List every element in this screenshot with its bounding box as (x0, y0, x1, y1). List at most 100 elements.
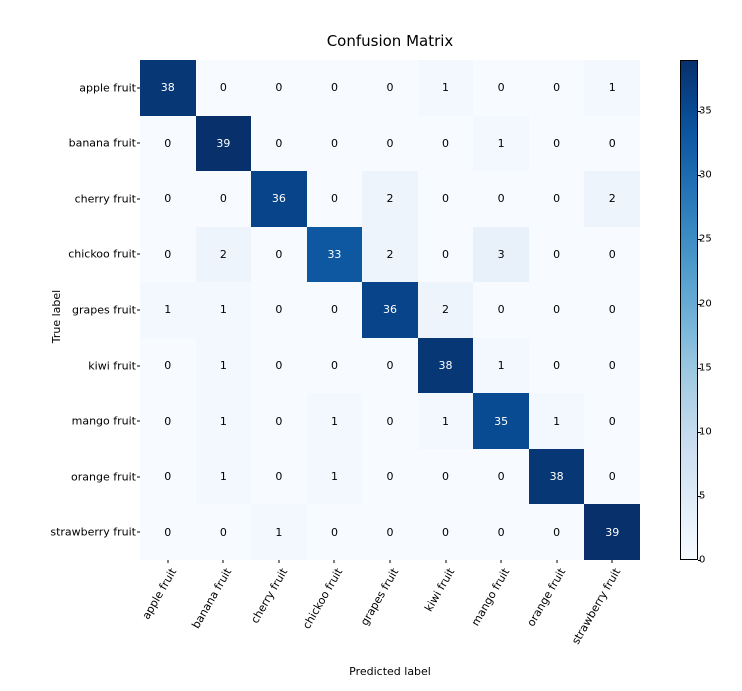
heatmap-cell: 0 (584, 116, 640, 172)
colorbar-tick-label: 35 (699, 106, 712, 117)
heatmap-cell: 39 (584, 504, 640, 560)
x-tick-label: cherry fruit (248, 566, 290, 626)
heatmap-cell: 2 (362, 227, 418, 283)
heatmap-cell: 0 (251, 227, 307, 283)
heatmap-cell: 36 (251, 171, 307, 227)
heatmap-cell: 2 (584, 171, 640, 227)
heatmap-cell: 0 (529, 338, 585, 394)
heatmap-cell: 0 (251, 60, 307, 116)
heatmap-cell: 1 (196, 338, 252, 394)
heatmap-cell: 0 (251, 449, 307, 505)
heatmap-cell: 0 (529, 282, 585, 338)
heatmap-cell: 33 (307, 227, 363, 283)
heatmap-cell: 2 (362, 171, 418, 227)
x-tick-label: banana fruit (190, 566, 235, 631)
heatmap-cell: 0 (140, 116, 196, 172)
heatmap-cell: 1 (251, 504, 307, 560)
heatmap-cell: 0 (584, 282, 640, 338)
heatmap-cell: 0 (529, 116, 585, 172)
heatmap-cell: 0 (473, 60, 529, 116)
heatmap-cell: 2 (196, 227, 252, 283)
x-tick-label: kiwi fruit (422, 566, 457, 614)
y-tick-label: grapes fruit (72, 304, 136, 317)
heatmap-cell: 0 (362, 60, 418, 116)
heatmap-cell: 1 (140, 282, 196, 338)
heatmap-cell: 0 (307, 338, 363, 394)
heatmap-cell: 0 (307, 504, 363, 560)
colorbar (680, 60, 698, 560)
heatmap-cell: 0 (362, 338, 418, 394)
heatmap-cell: 0 (362, 393, 418, 449)
heatmap-cell: 1 (307, 393, 363, 449)
heatmap-cell: 3 (473, 227, 529, 283)
heatmap-cell: 0 (140, 171, 196, 227)
heatmap-cell: 1 (473, 338, 529, 394)
y-tick-label: apple fruit (79, 81, 136, 94)
x-tick-label: mango fruit (469, 566, 512, 628)
x-tick-label: strawberry fruit (569, 566, 623, 647)
colorbar-tick-label: 15 (699, 362, 712, 373)
heatmap-cell: 0 (196, 60, 252, 116)
heatmap-cell: 0 (418, 171, 474, 227)
heatmap-cell: 0 (584, 449, 640, 505)
heatmap-cell: 0 (473, 282, 529, 338)
colorbar-tick-label: 20 (699, 298, 712, 309)
colorbar-tick-label: 25 (699, 234, 712, 245)
heatmap-cell: 0 (529, 504, 585, 560)
heatmap-cell: 0 (307, 60, 363, 116)
heatmap-cell: 0 (473, 504, 529, 560)
heatmap-cell: 0 (307, 171, 363, 227)
y-axis-label: True label (50, 290, 63, 343)
x-tick-label: apple fruit (139, 566, 179, 622)
chart-title: Confusion Matrix (140, 32, 640, 50)
y-tick-label: orange fruit (71, 470, 136, 483)
heatmap-cell: 0 (251, 393, 307, 449)
y-tick-label: cherry fruit (75, 192, 136, 205)
heatmap-cell: 0 (362, 116, 418, 172)
heatmap-cell: 1 (196, 393, 252, 449)
heatmap-cell: 0 (140, 338, 196, 394)
heatmap-cell: 39 (196, 116, 252, 172)
heatmap-cell: 1 (418, 60, 474, 116)
colorbar-tick-label: 10 (699, 426, 712, 437)
heatmap-cell: 38 (529, 449, 585, 505)
heatmap-cell: 1 (307, 449, 363, 505)
heatmap-cell: 0 (196, 171, 252, 227)
y-tick-label: banana fruit (69, 137, 136, 150)
heatmap-cell: 0 (251, 116, 307, 172)
colorbar-tick-label: 0 (699, 555, 705, 566)
heatmap-cell: 0 (140, 504, 196, 560)
y-tick-label: kiwi fruit (88, 359, 136, 372)
heatmap-cell: 0 (140, 227, 196, 283)
heatmap-cell: 0 (584, 393, 640, 449)
heatmap-cell: 1 (584, 60, 640, 116)
heatmap-cell: 0 (140, 393, 196, 449)
heatmap-cell: 35 (473, 393, 529, 449)
y-tick-label: mango fruit (72, 415, 136, 428)
heatmap-cell: 0 (251, 282, 307, 338)
confusion-matrix-figure: Confusion Matrix 38000010010390000100003… (0, 0, 742, 691)
heatmap-cell: 1 (196, 282, 252, 338)
heatmap-cell: 1 (418, 393, 474, 449)
heatmap-cell: 0 (473, 449, 529, 505)
heatmap-cell: 0 (251, 338, 307, 394)
heatmap-cell: 0 (196, 504, 252, 560)
heatmap-cell: 36 (362, 282, 418, 338)
heatmap-cell: 0 (418, 227, 474, 283)
heatmap-cell: 38 (140, 60, 196, 116)
heatmap-cell: 0 (473, 171, 529, 227)
heatmap-cell: 1 (529, 393, 585, 449)
heatmap-cell: 0 (529, 171, 585, 227)
y-tick-label: chickoo fruit (68, 248, 136, 261)
heatmap-cell: 0 (362, 504, 418, 560)
heatmap-cell: 1 (473, 116, 529, 172)
heatmap-cell: 0 (584, 227, 640, 283)
colorbar-tick-label: 30 (699, 170, 712, 181)
heatmap-cell: 38 (418, 338, 474, 394)
heatmap-cell: 0 (418, 504, 474, 560)
heatmap-cell: 0 (307, 282, 363, 338)
x-tick-label: orange fruit (524, 566, 568, 629)
heatmap-cell: 0 (418, 449, 474, 505)
heatmap-cell: 2 (418, 282, 474, 338)
heatmap-cell: 0 (418, 116, 474, 172)
